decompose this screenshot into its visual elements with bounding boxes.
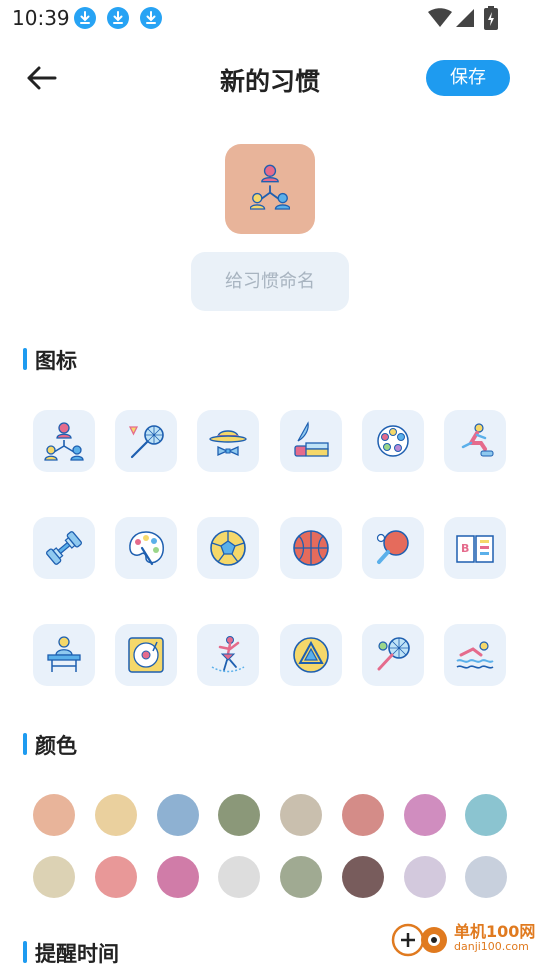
- battery-icon: [484, 6, 498, 30]
- palette-dots-icon: [377, 425, 409, 457]
- ballerina-icon: [211, 636, 245, 673]
- icon-option-runner[interactable]: [444, 410, 506, 472]
- download-icon: [74, 7, 96, 29]
- icon-option-student[interactable]: [33, 624, 95, 686]
- icon-option-ping-pong[interactable]: [362, 517, 424, 579]
- dumbbell-icon: [46, 531, 82, 565]
- badminton-icon: [128, 425, 164, 459]
- triangle-ball-icon: [293, 637, 329, 673]
- tennis-racket-icon: [377, 637, 410, 671]
- volleyball-icon: [210, 530, 246, 566]
- colors-section-title: 颜色: [35, 734, 77, 758]
- reminder-section-title: 提醒时间: [35, 942, 119, 966]
- watermark-logo-icon: [391, 923, 447, 957]
- status-bar: 10:39: [0, 0, 540, 36]
- ping-pong-icon: [376, 530, 409, 564]
- icon-option-badminton[interactable]: [115, 410, 177, 472]
- color-swatch[interactable]: [280, 856, 322, 898]
- swimmer-icon: [456, 641, 494, 669]
- color-swatch[interactable]: [218, 794, 260, 836]
- section-accent-bar: [23, 733, 27, 755]
- color-swatch[interactable]: [404, 856, 446, 898]
- team-hierarchy-icon: [250, 164, 290, 210]
- color-swatch[interactable]: [404, 794, 446, 836]
- icon-option-basketball[interactable]: [280, 517, 342, 579]
- download-icon: [140, 7, 162, 29]
- color-swatch[interactable]: [218, 856, 260, 898]
- color-swatch[interactable]: [280, 794, 322, 836]
- color-swatch[interactable]: [33, 856, 75, 898]
- icon-option-paint-palette[interactable]: [115, 517, 177, 579]
- icon-option-volleyball[interactable]: [197, 517, 259, 579]
- color-swatch[interactable]: [33, 794, 75, 836]
- color-swatch[interactable]: [342, 794, 384, 836]
- save-button[interactable]: 保存: [426, 60, 510, 96]
- watermark-name: 单机100网: [454, 922, 536, 941]
- color-swatch[interactable]: [157, 794, 199, 836]
- icon-option-palette-dots[interactable]: [362, 410, 424, 472]
- icon-option-tennis[interactable]: [362, 624, 424, 686]
- color-swatch[interactable]: [465, 856, 507, 898]
- color-swatch[interactable]: [465, 794, 507, 836]
- student-desk-icon: [47, 636, 81, 672]
- icon-option-team[interactable]: [33, 410, 95, 472]
- vinyl-record-icon: [128, 637, 164, 673]
- signal-icon: [456, 9, 474, 27]
- svg-text:B: B: [461, 542, 469, 555]
- download-icon: [107, 7, 129, 29]
- icon-option-ballerina[interactable]: [197, 624, 259, 686]
- icon-option-triangle-ball[interactable]: [280, 624, 342, 686]
- watermark: 单机100网 danji100.com: [390, 918, 540, 960]
- status-time: 10:39: [12, 6, 70, 30]
- paint-palette-icon: [129, 531, 164, 566]
- icon-option-open-book[interactable]: B: [444, 517, 506, 579]
- color-swatch[interactable]: [157, 856, 199, 898]
- hat-bowtie-icon: [209, 430, 247, 457]
- habit-name-input[interactable]: [191, 252, 349, 311]
- color-swatch[interactable]: [95, 856, 137, 898]
- open-book-icon: B: [456, 535, 494, 563]
- icon-option-dumbbell[interactable]: [33, 517, 95, 579]
- section-accent-bar: [23, 348, 27, 370]
- team-hierarchy-icon: [44, 422, 84, 461]
- top-bar: 新的习惯 保存: [0, 50, 540, 110]
- selected-icon-preview[interactable]: [225, 144, 315, 234]
- wifi-icon: [428, 8, 452, 27]
- icon-option-ink[interactable]: [280, 410, 342, 472]
- icon-option-hat[interactable]: [197, 410, 259, 472]
- icons-section-title: 图标: [35, 349, 77, 373]
- icon-option-swimmer[interactable]: [444, 624, 506, 686]
- runner-icon: [461, 423, 494, 457]
- color-swatch[interactable]: [342, 856, 384, 898]
- color-swatch[interactable]: [95, 794, 137, 836]
- watermark-url: danji100.com: [454, 940, 529, 953]
- basketball-icon: [293, 530, 329, 566]
- ink-quill-books-icon: [294, 421, 329, 457]
- icon-option-vinyl[interactable]: [115, 624, 177, 686]
